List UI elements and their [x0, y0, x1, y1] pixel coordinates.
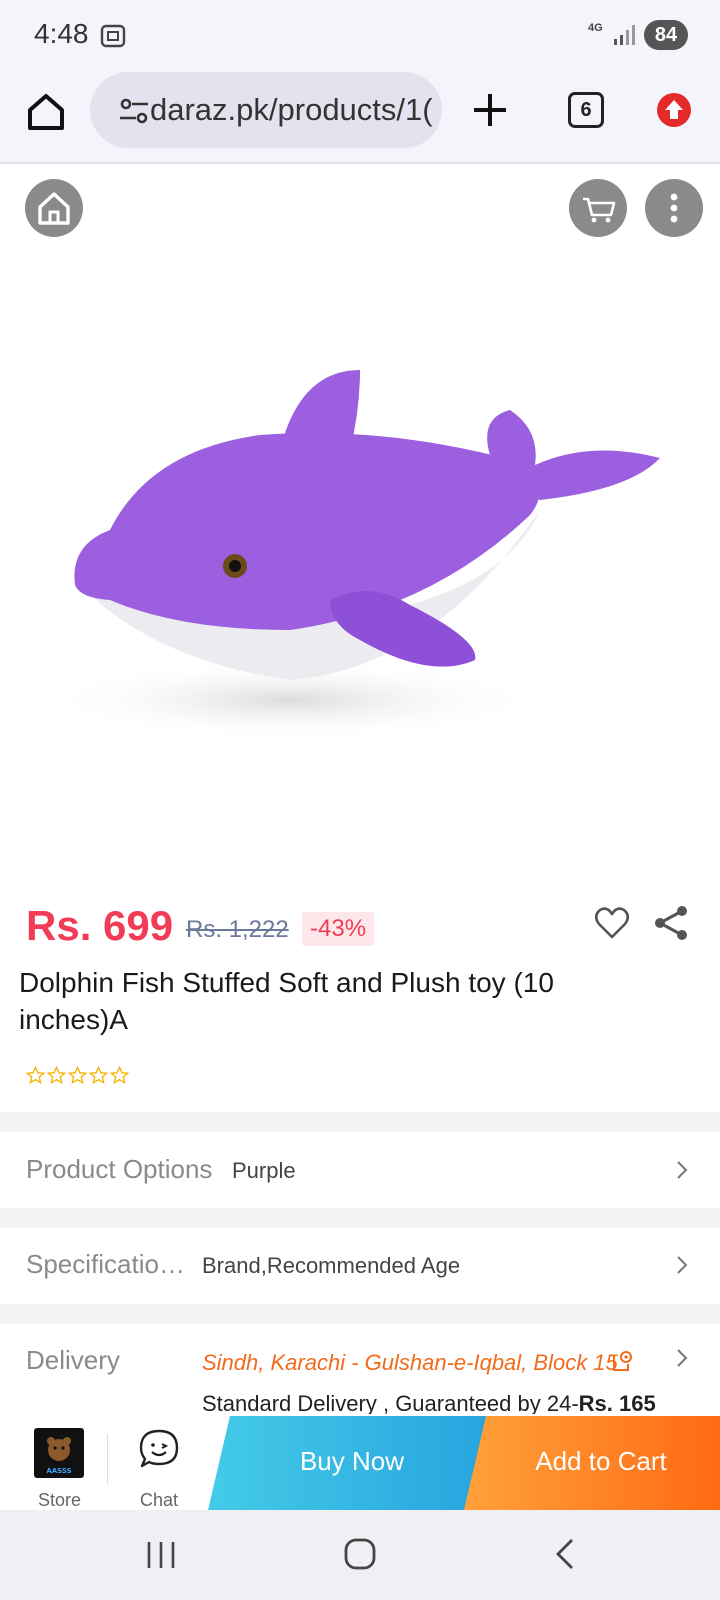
- discount-badge: -43%: [302, 912, 375, 946]
- store-logo: AASSS: [34, 1428, 84, 1478]
- product-image[interactable]: [30, 340, 690, 780]
- recents-icon[interactable]: [144, 1538, 178, 1572]
- battery-indicator: 84: [644, 20, 688, 50]
- cart-button[interactable]: [569, 179, 627, 237]
- tabs-button[interactable]: 6: [568, 92, 604, 128]
- product-options-value: Purple: [232, 1158, 296, 1183]
- store-logo-image: AASSS: [46, 1437, 72, 1475]
- more-options-button[interactable]: [645, 179, 703, 237]
- system-nav-bar: [0, 1510, 720, 1600]
- chevron-right-icon: [677, 1349, 688, 1367]
- home-icon[interactable]: [24, 90, 68, 134]
- url-text: daraz.pk/products/1(: [150, 92, 433, 127]
- chat-label: Chat: [140, 1490, 179, 1510]
- store-label: Store: [38, 1490, 82, 1510]
- delivery-fee: Rs. 165: [578, 1391, 656, 1416]
- store-logo-text: AASSS: [46, 1467, 71, 1475]
- add-to-cart-button[interactable]: Add to Cart: [464, 1416, 720, 1510]
- status-time: 4:48: [34, 18, 89, 49]
- buy-now-button[interactable]: Buy Now: [208, 1416, 496, 1510]
- update-icon[interactable]: [656, 92, 692, 128]
- site-settings-icon[interactable]: [118, 96, 150, 126]
- section-divider: [0, 1208, 720, 1228]
- home-icon[interactable]: [342, 1536, 378, 1572]
- store-home-button[interactable]: [25, 179, 83, 237]
- home-icon: [38, 192, 70, 225]
- rating-stars[interactable]: [26, 1066, 129, 1086]
- edit-location-icon[interactable]: [610, 1350, 634, 1374]
- star-icon: [47, 1066, 66, 1085]
- section-divider: [0, 1112, 720, 1132]
- action-bar: AASSS Store Chat Buy Now Add to Cart: [0, 1414, 720, 1510]
- chevron-right-icon: [677, 1256, 688, 1274]
- specifications-value: Brand,Recommended Age: [202, 1253, 461, 1278]
- delivery-location[interactable]: Sindh, Karachi - Gulshan-e-Iqbal, Block …: [202, 1350, 618, 1376]
- delivery-label: Delivery: [26, 1345, 120, 1375]
- more-icon: [670, 193, 678, 223]
- plus-icon[interactable]: [470, 90, 510, 130]
- star-icon: [26, 1066, 45, 1085]
- star-icon: [110, 1066, 129, 1085]
- back-icon[interactable]: [552, 1536, 576, 1572]
- heart-icon[interactable]: [594, 906, 630, 940]
- network-type: 4G: [588, 22, 603, 34]
- divider: [107, 1434, 108, 1484]
- star-icon: [89, 1066, 108, 1085]
- standard-delivery-text: Standard Delivery , Guaranteed by 24-: [202, 1391, 579, 1416]
- specifications-label: Specificatio…: [26, 1249, 185, 1279]
- product-options-label: Product Options: [26, 1154, 213, 1184]
- chevron-right-icon: [677, 1161, 688, 1179]
- share-icon[interactable]: [652, 904, 690, 942]
- browser-toolbar: daraz.pk/products/1( 6: [0, 70, 720, 164]
- address-bar[interactable]: daraz.pk/products/1(: [90, 72, 442, 148]
- product-title: Dolphin Fish Stuffed Soft and Plush toy …: [19, 967, 554, 1035]
- product-price: Rs. 699: [26, 902, 174, 949]
- section-divider: [0, 1304, 720, 1324]
- screenshot-icon: [100, 24, 126, 48]
- cart-icon: [583, 197, 616, 223]
- star-icon: [68, 1066, 87, 1085]
- signal-icon: [614, 25, 635, 45]
- original-price: Rs. 1,222: [186, 916, 289, 943]
- status-bar: 4:48 4G 84: [0, 0, 720, 70]
- chat-icon: [139, 1429, 179, 1468]
